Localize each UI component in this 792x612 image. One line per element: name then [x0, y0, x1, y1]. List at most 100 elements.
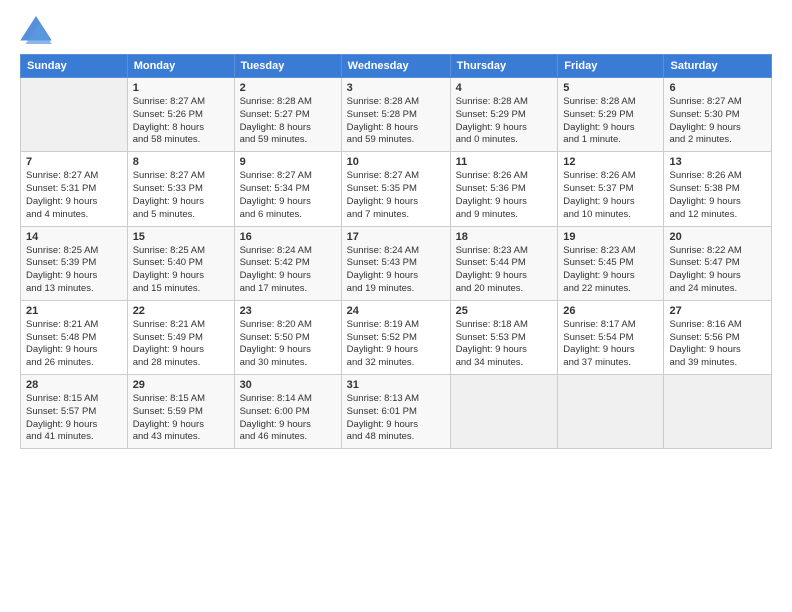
- day-number: 19: [563, 231, 658, 243]
- day-number: 26: [563, 305, 658, 317]
- logo-icon: [20, 16, 52, 44]
- calendar-cell: 14 Sunrise: 8:25 AMSunset: 5:39 PMDayligh…: [21, 226, 128, 300]
- calendar-cell: 24Sunrise: 8:19 AMSunset: 5:52 PMDayligh…: [341, 300, 450, 374]
- calendar-cell: 25Sunrise: 8:18 AMSunset: 5:53 PMDayligh…: [450, 300, 558, 374]
- calendar-cell: 30 Sunrise: 8:14 AMSunset: 6:00 PMDayligh…: [234, 375, 341, 449]
- calendar-cell: 5Sunrise: 8:28 AMSunset: 5:29 PMDaylight…: [558, 78, 664, 152]
- day-info: Sunrise: 8:27 AMSunset: 5:30 PMDaylight:…: [669, 96, 766, 147]
- calendar-cell: [664, 375, 772, 449]
- calendar-cell: 18 Sunrise: 8:23 AMSunset: 5:44 PMDayligh…: [450, 226, 558, 300]
- day-number: 20: [669, 231, 766, 243]
- day-info: Sunrise: 8:18 AMSunset: 5:53 PMDaylight:…: [456, 319, 553, 370]
- day-number: 29: [133, 379, 229, 391]
- weekday-header-wednesday: Wednesday: [341, 55, 450, 78]
- day-info: Sunrise: 8:25 AMSunset: 5:40 PMDaylight:…: [133, 245, 229, 296]
- day-info: Sunrise: 8:25 AMSunset: 5:39 PMDaylight:…: [26, 245, 122, 296]
- day-number: 11: [456, 156, 553, 168]
- calendar-cell: 21 Sunrise: 8:21 AMSunset: 5:48 PMDayligh…: [21, 300, 128, 374]
- day-number: 18: [456, 231, 553, 243]
- calendar-cell: 15 Sunrise: 8:25 AMSunset: 5:40 PMDayligh…: [127, 226, 234, 300]
- day-info: Sunrise: 8:28 AMSunset: 5:29 PMDaylight:…: [456, 96, 553, 147]
- day-info: Sunrise: 8:17 AMSunset: 5:54 PMDaylight:…: [563, 319, 658, 370]
- day-info: Sunrise: 8:27 AMSunset: 5:35 PMDaylight:…: [347, 170, 445, 221]
- calendar-cell: 20Sunrise: 8:22 AMSunset: 5:47 PMDayligh…: [664, 226, 772, 300]
- day-info: Sunrise: 8:23 AMSunset: 5:44 PMDaylight:…: [456, 245, 553, 296]
- day-number: 8: [133, 156, 229, 168]
- day-number: 30: [240, 379, 336, 391]
- weekday-header-tuesday: Tuesday: [234, 55, 341, 78]
- day-number: 5: [563, 82, 658, 94]
- day-info: Sunrise: 8:27 AMSunset: 5:33 PMDaylight:…: [133, 170, 229, 221]
- calendar-week-5: 28 Sunrise: 8:15 AMSunset: 5:57 PMDayligh…: [21, 375, 772, 449]
- day-number: 6: [669, 82, 766, 94]
- day-number: 3: [347, 82, 445, 94]
- calendar-cell: 12Sunrise: 8:26 AMSunset: 5:37 PMDayligh…: [558, 152, 664, 226]
- day-number: 24: [347, 305, 445, 317]
- day-number: 15: [133, 231, 229, 243]
- calendar-body: 1 Sunrise: 8:27 AMSunset: 5:26 PMDaylight…: [21, 78, 772, 449]
- weekday-header-sunday: Sunday: [21, 55, 128, 78]
- day-number: 10: [347, 156, 445, 168]
- day-number: 17: [347, 231, 445, 243]
- day-info: Sunrise: 8:14 AMSunset: 6:00 PMDaylight:…: [240, 393, 336, 444]
- calendar-cell: 27Sunrise: 8:16 AMSunset: 5:56 PMDayligh…: [664, 300, 772, 374]
- day-info: Sunrise: 8:15 AMSunset: 5:57 PMDaylight:…: [26, 393, 122, 444]
- weekday-header-friday: Friday: [558, 55, 664, 78]
- calendar-cell: [450, 375, 558, 449]
- logo: [20, 16, 58, 44]
- day-number: 4: [456, 82, 553, 94]
- calendar-cell: 4 Sunrise: 8:28 AMSunset: 5:29 PMDaylight…: [450, 78, 558, 152]
- day-info: Sunrise: 8:28 AMSunset: 5:27 PMDaylight:…: [240, 96, 336, 147]
- day-number: 31: [347, 379, 445, 391]
- day-info: Sunrise: 8:27 AMSunset: 5:34 PMDaylight:…: [240, 170, 336, 221]
- day-info: Sunrise: 8:24 AMSunset: 5:43 PMDaylight:…: [347, 245, 445, 296]
- day-number: 7: [26, 156, 122, 168]
- day-number: 2: [240, 82, 336, 94]
- calendar-cell: 31Sunrise: 8:13 AMSunset: 6:01 PMDayligh…: [341, 375, 450, 449]
- calendar-header: SundayMondayTuesdayWednesdayThursdayFrid…: [21, 55, 772, 78]
- day-info: Sunrise: 8:26 AMSunset: 5:37 PMDaylight:…: [563, 170, 658, 221]
- day-info: Sunrise: 8:27 AMSunset: 5:26 PMDaylight:…: [133, 96, 229, 147]
- day-number: 1: [133, 82, 229, 94]
- day-info: Sunrise: 8:21 AMSunset: 5:48 PMDaylight:…: [26, 319, 122, 370]
- calendar-cell: 23 Sunrise: 8:20 AMSunset: 5:50 PMDayligh…: [234, 300, 341, 374]
- day-number: 13: [669, 156, 766, 168]
- calendar-cell: 17 Sunrise: 8:24 AMSunset: 5:43 PMDayligh…: [341, 226, 450, 300]
- calendar-week-3: 14 Sunrise: 8:25 AMSunset: 5:39 PMDayligh…: [21, 226, 772, 300]
- calendar-cell: 2 Sunrise: 8:28 AMSunset: 5:27 PMDaylight…: [234, 78, 341, 152]
- calendar-cell: 6 Sunrise: 8:27 AMSunset: 5:30 PMDaylight…: [664, 78, 772, 152]
- calendar-cell: 28 Sunrise: 8:15 AMSunset: 5:57 PMDayligh…: [21, 375, 128, 449]
- calendar-table: SundayMondayTuesdayWednesdayThursdayFrid…: [20, 54, 772, 449]
- weekday-header-monday: Monday: [127, 55, 234, 78]
- day-info: Sunrise: 8:15 AMSunset: 5:59 PMDaylight:…: [133, 393, 229, 444]
- day-info: Sunrise: 8:16 AMSunset: 5:56 PMDaylight:…: [669, 319, 766, 370]
- day-number: 16: [240, 231, 336, 243]
- calendar-cell: 13 Sunrise: 8:26 AMSunset: 5:38 PMDayligh…: [664, 152, 772, 226]
- day-info: Sunrise: 8:26 AMSunset: 5:38 PMDaylight:…: [669, 170, 766, 221]
- day-number: 21: [26, 305, 122, 317]
- day-info: Sunrise: 8:26 AMSunset: 5:36 PMDaylight:…: [456, 170, 553, 221]
- day-number: 14: [26, 231, 122, 243]
- day-info: Sunrise: 8:28 AMSunset: 5:28 PMDaylight:…: [347, 96, 445, 147]
- calendar-cell: 3 Sunrise: 8:28 AMSunset: 5:28 PMDaylight…: [341, 78, 450, 152]
- calendar-cell: 7 Sunrise: 8:27 AMSunset: 5:31 PMDaylight…: [21, 152, 128, 226]
- calendar-cell: 11 Sunrise: 8:26 AMSunset: 5:36 PMDayligh…: [450, 152, 558, 226]
- weekday-header-row: SundayMondayTuesdayWednesdayThursdayFrid…: [21, 55, 772, 78]
- day-number: 28: [26, 379, 122, 391]
- calendar-week-1: 1 Sunrise: 8:27 AMSunset: 5:26 PMDaylight…: [21, 78, 772, 152]
- calendar-cell: 19Sunrise: 8:23 AMSunset: 5:45 PMDayligh…: [558, 226, 664, 300]
- weekday-header-thursday: Thursday: [450, 55, 558, 78]
- day-info: Sunrise: 8:20 AMSunset: 5:50 PMDaylight:…: [240, 319, 336, 370]
- day-info: Sunrise: 8:24 AMSunset: 5:42 PMDaylight:…: [240, 245, 336, 296]
- calendar-cell: 10 Sunrise: 8:27 AMSunset: 5:35 PMDayligh…: [341, 152, 450, 226]
- calendar-cell: 29 Sunrise: 8:15 AMSunset: 5:59 PMDayligh…: [127, 375, 234, 449]
- calendar-cell: [21, 78, 128, 152]
- day-number: 9: [240, 156, 336, 168]
- day-number: 22: [133, 305, 229, 317]
- calendar-cell: 22Sunrise: 8:21 AMSunset: 5:49 PMDayligh…: [127, 300, 234, 374]
- calendar-cell: 26 Sunrise: 8:17 AMSunset: 5:54 PMDayligh…: [558, 300, 664, 374]
- calendar-cell: 8 Sunrise: 8:27 AMSunset: 5:33 PMDaylight…: [127, 152, 234, 226]
- day-number: 23: [240, 305, 336, 317]
- page-header: [20, 16, 772, 44]
- day-info: Sunrise: 8:27 AMSunset: 5:31 PMDaylight:…: [26, 170, 122, 221]
